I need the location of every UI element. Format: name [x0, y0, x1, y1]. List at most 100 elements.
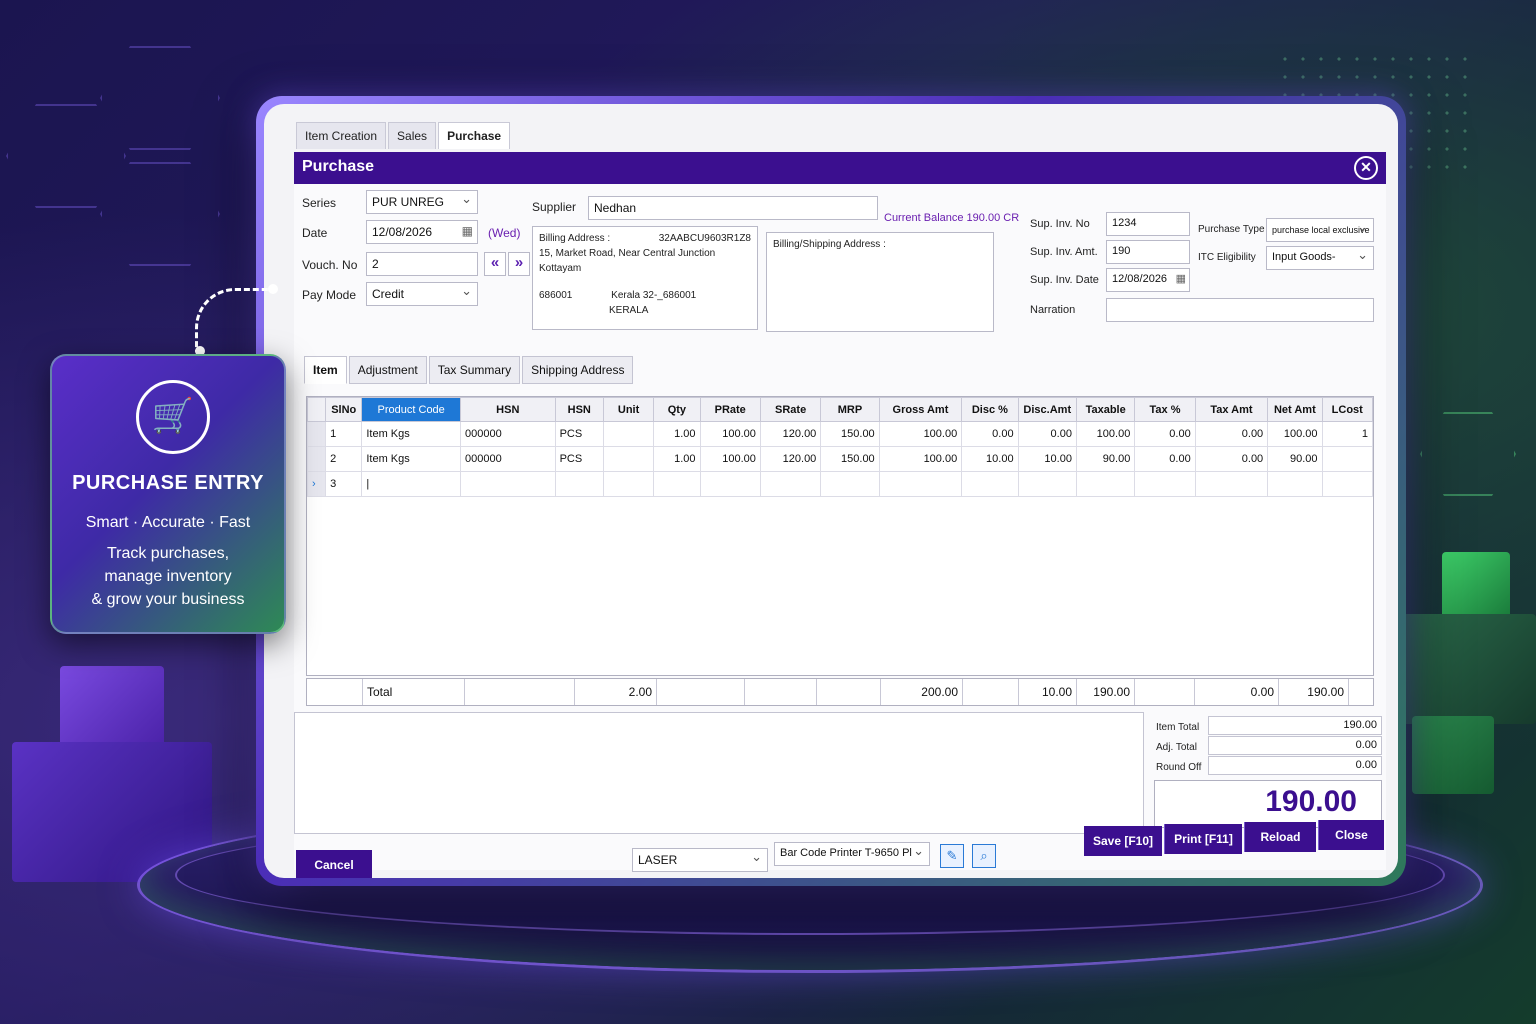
table-cell[interactable]: PCS — [554, 446, 604, 472]
col-header[interactable]: Qty — [653, 397, 701, 422]
table-cell[interactable]: 100.00 — [878, 446, 963, 472]
table-cell[interactable]: 120.00 — [759, 421, 822, 447]
table-cell[interactable] — [459, 471, 556, 497]
table-row[interactable]: 2 Item Kgs 000000 PCS 1.00 100.00 120.00 150.00… — [306, 446, 1374, 472]
series-select[interactable]: PUR UNREG — [366, 190, 478, 214]
tab-tax-summary[interactable]: Tax Summary — [428, 356, 521, 384]
table-cell[interactable]: 100.00 — [699, 446, 761, 472]
current-row-indicator-icon[interactable]: › — [306, 471, 327, 497]
tab-purchase[interactable]: Purchase — [438, 122, 511, 149]
table-cell[interactable] — [1321, 471, 1374, 497]
tab-sales[interactable]: Sales — [388, 122, 437, 149]
table-cell[interactable] — [1134, 471, 1196, 497]
vouch-field[interactable]: 2 — [366, 252, 478, 276]
table-cell[interactable] — [602, 446, 655, 472]
table-cell[interactable]: 150.00 — [820, 446, 880, 472]
table-cell[interactable]: Item Kgs — [361, 421, 461, 447]
remarks-area[interactable] — [294, 712, 1144, 834]
ptype-select[interactable]: purchase local exclusive — [1266, 218, 1374, 242]
col-header[interactable]: Taxable — [1075, 397, 1136, 422]
tab-adjustment[interactable]: Adjustment — [348, 356, 427, 384]
itc-select[interactable]: Input Goods- — [1266, 246, 1374, 270]
table-cell[interactable]: 2 — [325, 446, 363, 472]
table-cell[interactable] — [1017, 471, 1077, 497]
tab-item-creation[interactable]: Item Creation — [296, 122, 387, 149]
table-cell[interactable]: 000000 — [459, 421, 556, 447]
table-cell[interactable] — [878, 471, 963, 497]
calendar-icon[interactable]: ▦ — [462, 224, 473, 238]
table-cell[interactable] — [1267, 471, 1323, 497]
table-cell[interactable] — [699, 471, 761, 497]
table-cell[interactable]: 100.00 — [1075, 421, 1136, 447]
reload-button[interactable]: Reload — [1244, 822, 1316, 852]
table-cell[interactable] — [602, 471, 655, 497]
item-grid[interactable]: SlNo Product Code HSN HSN Unit Qty PRate… — [306, 396, 1374, 676]
date-field[interactable]: 12/08/2026 ▦ — [366, 220, 478, 244]
col-header[interactable]: Disc % — [961, 397, 1019, 422]
col-header[interactable]: Unit — [602, 397, 655, 422]
table-cell[interactable]: Item Kgs — [361, 446, 461, 472]
print-preview-icon[interactable]: ⌕ — [972, 844, 996, 868]
table-cell[interactable] — [1321, 446, 1374, 472]
table-cell[interactable] — [961, 471, 1019, 497]
table-row[interactable]: › 3 | — [306, 471, 1374, 497]
col-header-selected[interactable]: Product Code — [361, 397, 461, 422]
table-cell[interactable] — [1194, 471, 1269, 497]
table-cell[interactable] — [820, 471, 880, 497]
table-cell[interactable]: 10.00 — [961, 446, 1019, 472]
table-cell[interactable] — [653, 471, 701, 497]
row-marker[interactable] — [306, 421, 327, 447]
print-button[interactable]: Print [F11] — [1164, 824, 1242, 854]
table-cell[interactable]: 90.00 — [1267, 446, 1323, 472]
table-cell[interactable]: 1.00 — [653, 446, 701, 472]
edit-icon[interactable]: ✎ — [940, 844, 964, 868]
col-header[interactable]: SlNo — [325, 397, 363, 422]
supdate-field[interactable]: 12/08/2026 ▦ — [1106, 268, 1190, 292]
supinv-field[interactable]: 1234 — [1106, 212, 1190, 236]
narration-field[interactable] — [1106, 298, 1374, 322]
table-cell[interactable]: 3 — [325, 471, 363, 497]
table-cell[interactable]: 0.00 — [961, 421, 1019, 447]
save-button[interactable]: Save [F10] — [1084, 826, 1162, 856]
shipping-address-box[interactable]: Billing/Shipping Address : — [766, 232, 994, 332]
col-header[interactable]: Tax Amt — [1194, 397, 1269, 422]
table-cell[interactable]: 0.00 — [1134, 446, 1196, 472]
col-header[interactable]: LCost — [1321, 397, 1374, 422]
table-cell[interactable]: 10.00 — [1017, 446, 1077, 472]
table-cell[interactable]: 0.00 — [1194, 421, 1269, 447]
col-header[interactable]: SRate — [759, 397, 822, 422]
table-cell[interactable]: | — [361, 471, 461, 497]
row-marker[interactable] — [306, 446, 327, 472]
calendar-icon[interactable]: ▦ — [1176, 272, 1186, 285]
table-cell[interactable]: 100.00 — [1267, 421, 1323, 447]
table-cell[interactable]: PCS — [554, 421, 604, 447]
cancel-button[interactable]: Cancel — [296, 850, 372, 878]
paymode-select[interactable]: Credit — [366, 282, 478, 306]
table-cell[interactable]: 0.00 — [1134, 421, 1196, 447]
table-cell[interactable]: 0.00 — [1194, 446, 1269, 472]
table-cell[interactable]: 150.00 — [820, 421, 880, 447]
table-cell[interactable]: 000000 — [459, 446, 556, 472]
table-cell[interactable]: 1.00 — [653, 421, 701, 447]
table-cell[interactable]: 90.00 — [1075, 446, 1136, 472]
table-cell[interactable] — [759, 471, 822, 497]
table-cell[interactable] — [554, 471, 604, 497]
table-row[interactable]: 1 Item Kgs 000000 PCS 1.00 100.00 120.00 150.00… — [306, 421, 1374, 447]
col-header[interactable]: Gross Amt — [878, 397, 963, 422]
supplier-field[interactable]: Nedhan — [588, 196, 878, 220]
col-header[interactable]: HSN — [554, 397, 604, 422]
close-icon[interactable]: ✕ — [1354, 156, 1378, 180]
col-header[interactable]: Tax % — [1134, 397, 1196, 422]
print-mode-select[interactable]: LASER — [632, 848, 768, 872]
close-button[interactable]: Close — [1318, 820, 1384, 850]
col-header[interactable]: PRate — [699, 397, 761, 422]
col-header[interactable]: MRP — [820, 397, 880, 422]
table-cell[interactable] — [1075, 471, 1136, 497]
supamt-field[interactable]: 190 — [1106, 240, 1190, 264]
table-cell[interactable]: 1 — [325, 421, 363, 447]
printer-select[interactable]: Bar Code Printer T-9650 Pl — [774, 842, 930, 866]
table-cell[interactable]: 100.00 — [878, 421, 963, 447]
col-header[interactable]: Disc.Amt — [1017, 397, 1077, 422]
prev-voucher-icon[interactable]: « — [484, 252, 506, 276]
tab-item[interactable]: Item — [304, 356, 347, 384]
